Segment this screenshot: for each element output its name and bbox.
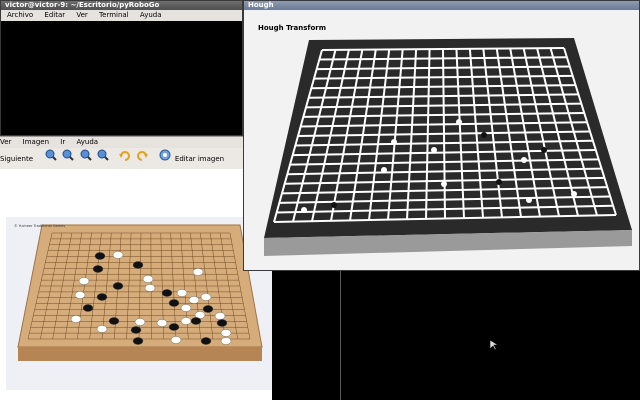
go-stone [112, 282, 124, 290]
go-stone [112, 251, 124, 259]
go-stone [200, 337, 212, 345]
hough-stone-marker [521, 157, 527, 163]
hough-titlebar[interactable]: Hough [244, 1, 639, 10]
hough-stone-marker [381, 167, 387, 173]
hough-stone-marker [571, 191, 577, 197]
go-stone [96, 325, 108, 333]
go-stone [144, 284, 156, 292]
go-stone [132, 261, 144, 269]
menu-editar[interactable]: Editar [44, 11, 65, 19]
zoom-normal-icon[interactable] [97, 148, 109, 170]
go-stone [108, 317, 120, 325]
menu-ver[interactable]: Ver [0, 138, 11, 146]
rotate-left-icon[interactable] [119, 148, 131, 170]
go-board-photo: © Yucheer Traditional Games [6, 217, 272, 390]
edit-image-icon[interactable] [159, 148, 171, 170]
go-stone [168, 299, 180, 307]
go-stone [142, 275, 154, 283]
menu-ver[interactable]: Ver [76, 11, 87, 19]
menu-terminal[interactable]: Terminal [99, 11, 129, 19]
hough-canvas: Hough Transform [244, 10, 639, 270]
go-stone [130, 326, 142, 334]
go-stone [220, 337, 232, 345]
output-window [340, 271, 640, 400]
go-stone [78, 277, 90, 285]
hough-stone-marker [331, 202, 337, 208]
go-stone [200, 293, 212, 301]
terminal-window: victor@victor-9: ~/Escritorio/pyRoboGo A… [0, 0, 243, 136]
hough-title: Hough [248, 1, 274, 9]
go-stone [134, 318, 146, 326]
zoom-out-icon[interactable] [62, 148, 75, 170]
go-stone [216, 319, 228, 327]
rotate-right-icon[interactable] [136, 148, 149, 170]
hough-stone-marker [496, 179, 502, 185]
go-stone [82, 304, 94, 312]
zoom-fit-icon[interactable] [80, 148, 92, 170]
next-button[interactable]: Siguiente [0, 155, 33, 163]
hough-stone-marker [431, 147, 437, 153]
hough-stone-marker [481, 132, 487, 138]
go-stone [214, 312, 226, 320]
go-stone [202, 305, 214, 313]
mouse-pointer-icon [489, 339, 500, 353]
hough-overlay-text: Hough Transform [258, 24, 326, 32]
viewer-canvas: © Yucheer Traditional Games [0, 169, 272, 400]
go-stone [74, 291, 86, 299]
terminal-output[interactable] [1, 21, 242, 135]
go-stone [170, 336, 182, 344]
go-stone [156, 319, 168, 327]
hough-stone-marker [301, 207, 307, 213]
photo-caption: © Yucheer Traditional Games [14, 224, 65, 228]
hough-stone-marker [456, 119, 462, 125]
go-stone [70, 315, 82, 323]
go-stone [180, 304, 192, 312]
menu-ayuda[interactable]: Ayuda [140, 11, 162, 19]
menu-ir[interactable]: Ir [60, 138, 65, 146]
go-stone [132, 337, 144, 345]
terminal-menubar: Archivo Editar Ver Terminal Ayuda [1, 10, 242, 21]
hough-stone-marker [541, 147, 547, 153]
go-stone [180, 317, 192, 325]
hough-stone-marker [391, 139, 397, 145]
go-stone [190, 317, 202, 325]
go-stone [220, 329, 232, 337]
viewer-menubar: Ver Imagen Ir Ayuda [0, 136, 272, 148]
go-stone [168, 323, 180, 331]
hough-stone-marker [441, 181, 447, 187]
go-stone [176, 289, 188, 297]
go-stone [161, 289, 173, 297]
go-stone [92, 265, 104, 273]
zoom-in-icon[interactable] [45, 148, 57, 170]
image-viewer-window: Ver Imagen Ir Ayuda Siguiente Editar ima… [0, 136, 272, 400]
go-stone [188, 296, 200, 304]
hough-image: Hough Transform [258, 24, 632, 256]
terminal-titlebar[interactable]: victor@victor-9: ~/Escritorio/pyRoboGo [1, 1, 242, 10]
edit-image-button[interactable]: Editar imagen [175, 155, 224, 163]
hough-window: Hough Hough Transform [243, 0, 640, 271]
go-stone [94, 252, 106, 260]
go-stone [192, 268, 204, 276]
viewer-toolbar: Siguiente Editar imagen [0, 148, 272, 171]
menu-ayuda[interactable]: Ayuda [76, 138, 98, 146]
menu-archivo[interactable]: Archivo [7, 11, 33, 19]
go-stone [96, 293, 108, 301]
hough-stone-marker [526, 197, 532, 203]
menu-imagen[interactable]: Imagen [23, 138, 49, 146]
